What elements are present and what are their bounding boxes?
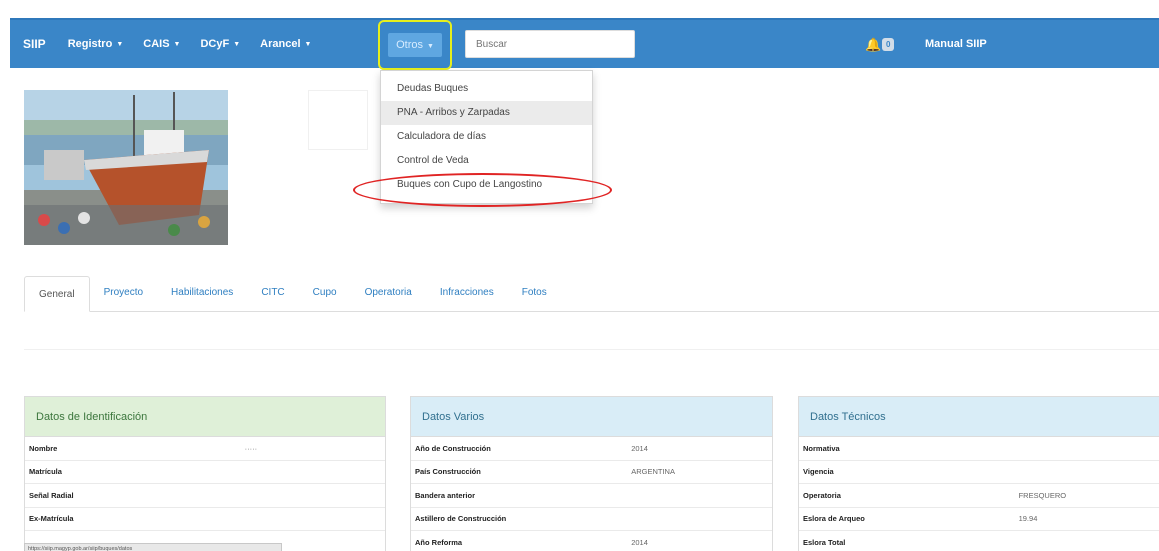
field-value: 19.94 <box>1018 514 1038 524</box>
field-label: Astillero de Construcción <box>415 514 507 524</box>
nav-registro-label: Registro <box>67 38 113 50</box>
table-row: Eslora Total <box>799 531 1159 551</box>
table-row: Operatoria FRESQUERO <box>799 484 1159 508</box>
field-label: Nombre <box>29 443 58 453</box>
panel-datos-identificacion: Datos de Identificación Nombre ····· Matr… <box>24 396 386 551</box>
caret-down-icon: ▼ <box>426 43 434 50</box>
detail-tabs: General Proyecto Habilitaciones CITC Cup… <box>24 268 1159 312</box>
nav-cais-label: CAIS <box>143 38 170 50</box>
menu-item-pna-arribos[interactable]: PNA - Arribos y Zarpadas <box>381 101 592 125</box>
highlight-ellipse <box>353 173 612 207</box>
table-row: Normativa <box>799 437 1159 461</box>
caret-down-icon: ▼ <box>304 40 312 48</box>
field-value: ARGENTINA <box>631 467 675 477</box>
field-label: Señal Radial <box>29 490 74 500</box>
table-row: Año de Construcción 2014 <box>411 437 772 461</box>
nav-arancel-label: Arancel <box>260 38 301 50</box>
table-row: Ex-Matrícula <box>25 508 385 531</box>
field-label: Eslora de Arqueo <box>803 514 865 524</box>
table-row: Bandera anterior <box>411 484 772 508</box>
nav-otros-label: Otros <box>396 39 423 51</box>
panel-datos-tecnicos: Datos Técnicos Normativa Vigencia Operat… <box>798 396 1159 551</box>
nav-registro[interactable]: Registro ▼ <box>68 38 124 50</box>
field-label: Ex-Matrícula <box>29 514 74 524</box>
placeholder-box <box>308 90 368 150</box>
caret-down-icon: ▼ <box>233 40 241 48</box>
caret-down-icon: ▼ <box>116 40 124 48</box>
panel-datos-varios: Datos Varios Año de Construcción 2014 Paí… <box>410 396 773 551</box>
tab-general[interactable]: General <box>24 276 90 312</box>
field-label: Operatoria <box>803 490 841 500</box>
field-label: País Construcción <box>415 467 481 477</box>
panel-title: Datos Varios <box>411 397 772 437</box>
tab-cupo[interactable]: Cupo <box>299 275 351 311</box>
browser-status-url: https://siip.magyp.gob.ar/siip/buques/da… <box>24 543 282 551</box>
field-label: Año Reforma <box>415 537 463 547</box>
panel-title: Datos Técnicos <box>799 397 1159 437</box>
table-row: Vigencia <box>799 461 1159 484</box>
notification-badge: 0 <box>882 38 895 51</box>
field-value: 2014 <box>631 537 648 547</box>
caret-down-icon: ▼ <box>173 40 181 48</box>
nav-otros-highlight: Otros ▼ <box>378 20 452 70</box>
table-row: Señal Radial <box>25 484 385 508</box>
field-label: Matrícula <box>29 467 62 477</box>
nav-otros[interactable]: Otros ▼ <box>388 33 442 57</box>
table-row: Nombre ····· <box>25 437 385 461</box>
tab-citc[interactable]: CITC <box>247 275 298 311</box>
field-label: Eslora Total <box>803 537 846 547</box>
ship-photo-image <box>24 90 228 245</box>
search-input[interactable] <box>465 30 635 58</box>
field-value: ····· <box>244 443 258 453</box>
bell-icon[interactable]: 🔔 <box>865 37 881 53</box>
nav-dcyf-label: DCyF <box>200 38 230 50</box>
divider <box>24 349 1159 350</box>
table-row: Matrícula <box>25 461 385 484</box>
nav-arancel[interactable]: Arancel ▼ <box>260 38 311 50</box>
panel-title: Datos de Identificación <box>25 397 385 437</box>
tab-fotos[interactable]: Fotos <box>508 275 561 311</box>
tab-operatoria[interactable]: Operatoria <box>351 275 426 311</box>
nav-dcyf[interactable]: DCyF ▼ <box>200 38 240 50</box>
nav-cais[interactable]: CAIS ▼ <box>143 38 180 50</box>
menu-item-deudas-buques[interactable]: Deudas Buques <box>381 77 592 101</box>
tab-proyecto[interactable]: Proyecto <box>90 275 157 311</box>
field-label: Bandera anterior <box>415 490 476 500</box>
brand-link[interactable]: SIIP <box>23 37 46 51</box>
top-navbar: SIIP Registro ▼ CAIS ▼ DCyF ▼ Arancel ▼ Otro… <box>10 18 1159 70</box>
table-row: Astillero de Construcción <box>411 508 772 531</box>
table-row: Año Reforma 2014 <box>411 531 772 551</box>
page: SIIP Registro ▼ CAIS ▼ DCyF ▼ Arancel ▼ Otro… <box>0 0 1159 551</box>
tab-infracciones[interactable]: Infracciones <box>426 275 508 311</box>
field-value: 2014 <box>631 443 648 453</box>
tab-habilitaciones[interactable]: Habilitaciones <box>157 275 247 311</box>
field-label: Normativa <box>803 443 840 453</box>
menu-item-calculadora-dias[interactable]: Calculadora de días <box>381 125 592 149</box>
table-row: Eslora de Arqueo 19.94 <box>799 508 1159 531</box>
table-row: País Construcción ARGENTINA <box>411 461 772 484</box>
ship-photo <box>24 90 228 245</box>
menu-item-control-veda[interactable]: Control de Veda <box>381 149 592 173</box>
field-label: Año de Construcción <box>415 443 491 453</box>
field-value: FRESQUERO <box>1018 490 1067 500</box>
manual-link[interactable]: Manual SIIP <box>925 38 987 50</box>
field-label: Vigencia <box>803 467 834 477</box>
